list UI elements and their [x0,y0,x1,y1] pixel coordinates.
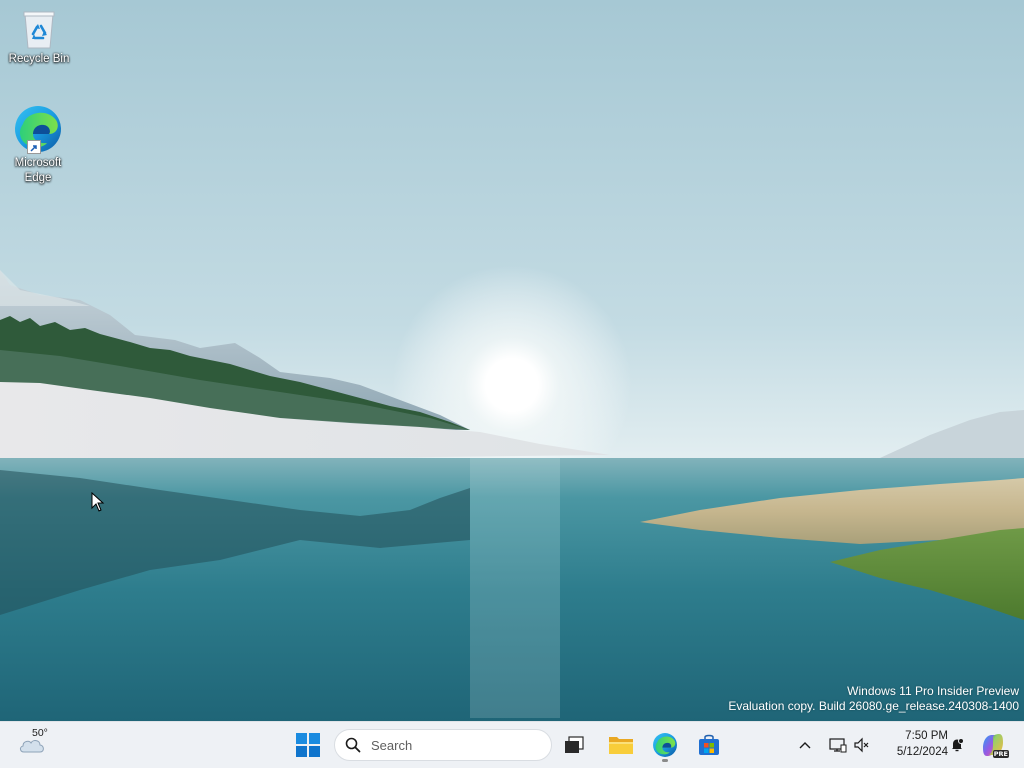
clock-time: 7:50 PM [905,730,948,742]
notification-bell-icon [952,738,964,752]
chevron-up-icon [799,742,811,749]
desktop-icon-recycle-bin[interactable]: Recycle Bin [1,8,77,67]
evaluation-watermark: Windows 11 Pro Insider Preview Evaluatio… [728,684,1019,714]
taskbar-search[interactable] [334,729,552,761]
folder-icon [609,737,633,754]
show-hidden-icons-button[interactable] [794,727,816,763]
clock-date: 5/12/2024 [896,746,948,758]
desktop-wallpaper [0,0,1024,721]
edge-label: Microsoft Edge [14,157,62,184]
copilot-icon: PRE [980,732,1009,758]
weather-widget[interactable]: 50° [14,727,58,763]
taskbar-edge-button[interactable] [648,727,682,763]
recycle-bin-label: Recycle Bin [8,53,70,65]
weather-temperature: 50° [32,727,48,739]
desktop-screen: Recycle Bin Microsoft Edge Windows 11 Pr… [0,0,1024,768]
desktop-icon-microsoft-edge[interactable]: Microsoft Edge [0,104,76,186]
running-indicator [662,759,668,762]
microsoft-store-button[interactable] [692,727,726,763]
taskbar: 50° Search 7:50 PM 5/12/2024 PRE [0,721,1024,768]
system-clock[interactable]: 7:50 PM 5/12/2024 [878,728,948,760]
edge-icon [653,733,677,757]
shortcut-arrow-icon [27,140,41,154]
network-icon [829,738,847,753]
store-icon [699,734,719,755]
watermark-line-2: Evaluation copy. Build 26080.ge_release.… [728,699,1019,713]
copilot-preview-badge: PRE [992,750,1009,758]
task-view-button[interactable] [560,727,588,763]
copilot-button[interactable]: PRE [976,727,1010,763]
file-explorer-button[interactable] [604,727,638,763]
start-button[interactable] [290,727,326,763]
notification-center-button[interactable] [946,727,968,763]
search-icon [345,737,361,753]
volume-muted-icon [854,737,869,753]
watermark-line-1: Windows 11 Pro Insider Preview [847,684,1019,698]
edge-shortcut [13,104,63,156]
mouse-cursor-icon [91,492,105,512]
search-input[interactable] [369,736,533,754]
quick-settings-button[interactable] [824,727,874,763]
recycle-bin-icon [23,11,55,49]
task-view-icon [565,736,584,753]
windows-start-icon [296,733,320,757]
